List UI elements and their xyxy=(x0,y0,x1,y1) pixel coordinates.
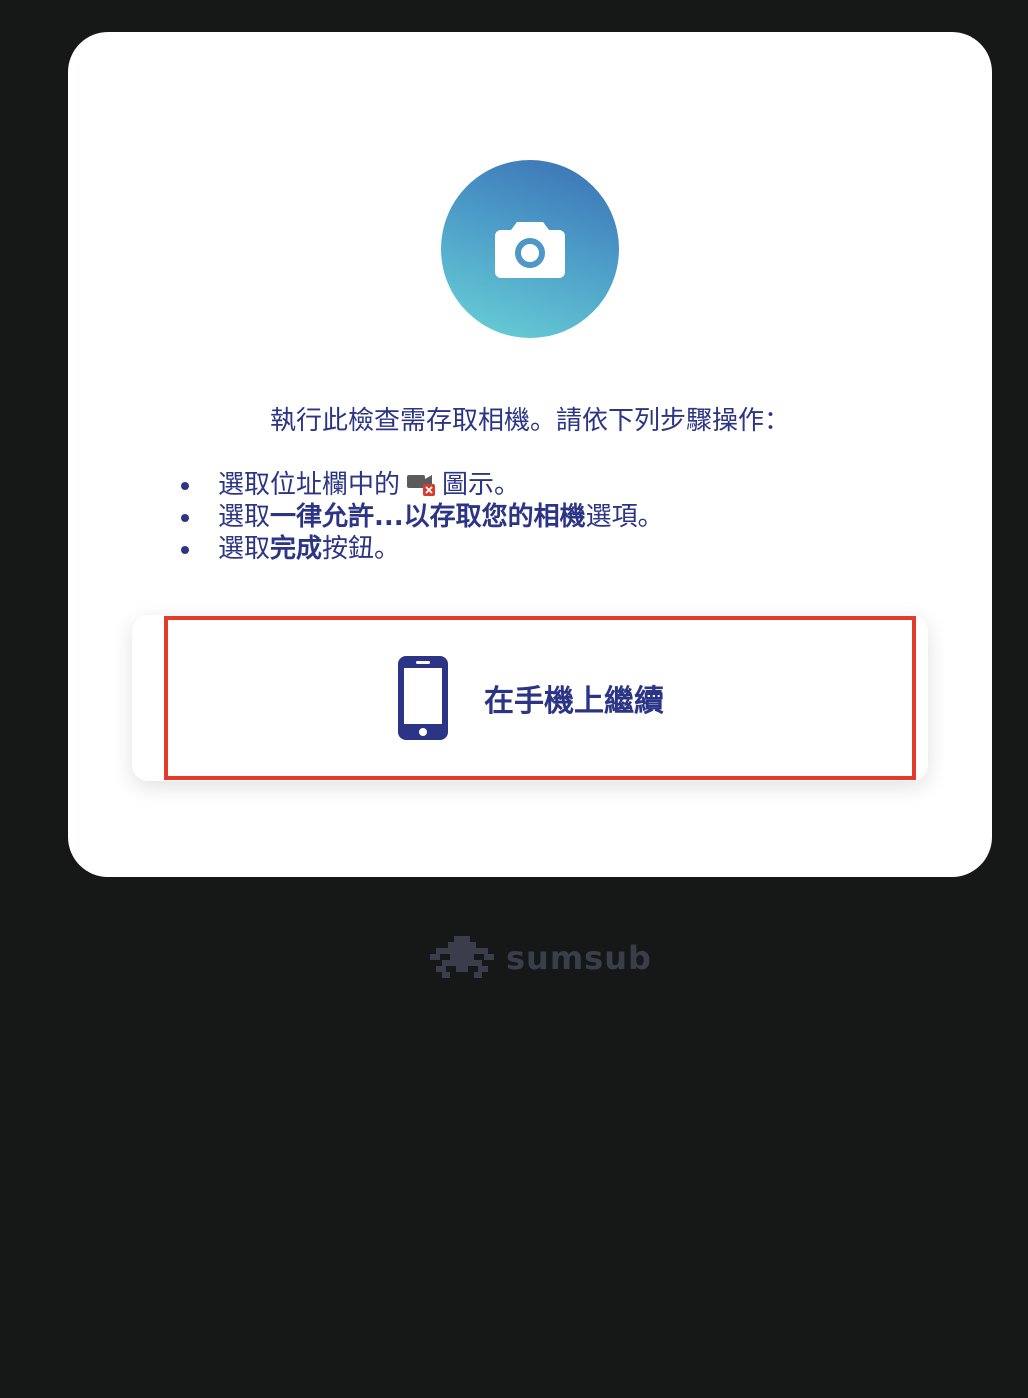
camera-icon-circle xyxy=(441,160,619,338)
sumsub-logo-icon xyxy=(430,936,494,978)
brand-logo: sumsub xyxy=(430,934,652,982)
list-item: 選取位址欄中的 圖示。 xyxy=(174,469,664,501)
camera-blocked-icon xyxy=(407,475,436,496)
list-item: 選取完成按鈕。 xyxy=(174,533,664,565)
camera-access-instructions: 執行此檢查需存取相機。請依下列步驟操作： xyxy=(269,406,790,436)
steps-list: 選取位址欄中的 圖示。 選取一律允許...以存取您的相機選項。 選取完成按鈕。 xyxy=(174,469,664,565)
camera-icon xyxy=(495,222,565,278)
continue-on-phone-label: 在手機上繼續 xyxy=(484,684,664,719)
permission-card: 執行此檢查需存取相機。請依下列步驟操作： 選取位址欄中的 圖示。 選取一律允許.… xyxy=(68,32,992,877)
continue-on-phone-button[interactable]: 在手機上繼續 xyxy=(132,615,928,781)
smartphone-icon xyxy=(398,656,448,740)
list-item: 選取一律允許...以存取您的相機選項。 xyxy=(174,501,664,533)
brand-name: sumsub xyxy=(506,939,652,977)
